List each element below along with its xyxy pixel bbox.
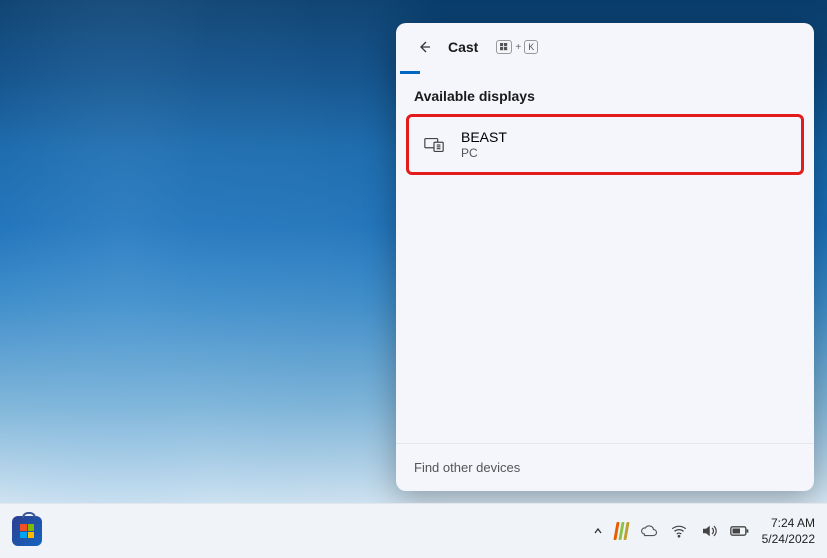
microsoft-store-icon[interactable]: [12, 516, 42, 546]
tray-expand-icon[interactable]: [593, 526, 603, 536]
windows-key-icon: [496, 40, 512, 54]
clock-time: 7:24 AM: [762, 515, 815, 531]
panel-title: Cast: [448, 39, 478, 55]
shortcut-key: K: [524, 40, 538, 54]
back-arrow-icon: [416, 39, 432, 55]
device-item[interactable]: BEAST PC: [406, 114, 804, 175]
clock-date: 5/24/2022: [762, 531, 815, 547]
taskbar: 7:24 AM 5/24/2022: [0, 503, 827, 558]
find-other-devices-link[interactable]: Find other devices: [396, 443, 814, 491]
device-list: BEAST PC: [396, 112, 814, 177]
weather-icon[interactable]: [640, 522, 658, 540]
wifi-icon[interactable]: [670, 522, 688, 540]
cast-panel: Cast + K Available displays: [396, 23, 814, 491]
plus-icon: +: [515, 42, 521, 53]
panel-header: Cast + K: [396, 23, 814, 71]
system-tray: 7:24 AM 5/24/2022: [593, 515, 815, 547]
device-type: PC: [461, 146, 507, 160]
app-tray-icon[interactable]: [615, 522, 628, 540]
back-button[interactable]: [414, 37, 434, 57]
section-title: Available displays: [396, 74, 814, 112]
keyboard-shortcut-hint: + K: [496, 40, 538, 54]
desktop-background: Cast + K Available displays: [0, 0, 827, 503]
panel-spacer: [396, 177, 814, 443]
pc-icon: [423, 134, 445, 156]
volume-icon[interactable]: [700, 522, 718, 540]
device-name: BEAST: [461, 129, 507, 145]
device-info: BEAST PC: [461, 129, 507, 160]
battery-icon[interactable]: [730, 524, 750, 538]
taskbar-left: [12, 516, 42, 546]
taskbar-clock[interactable]: 7:24 AM 5/24/2022: [762, 515, 815, 547]
